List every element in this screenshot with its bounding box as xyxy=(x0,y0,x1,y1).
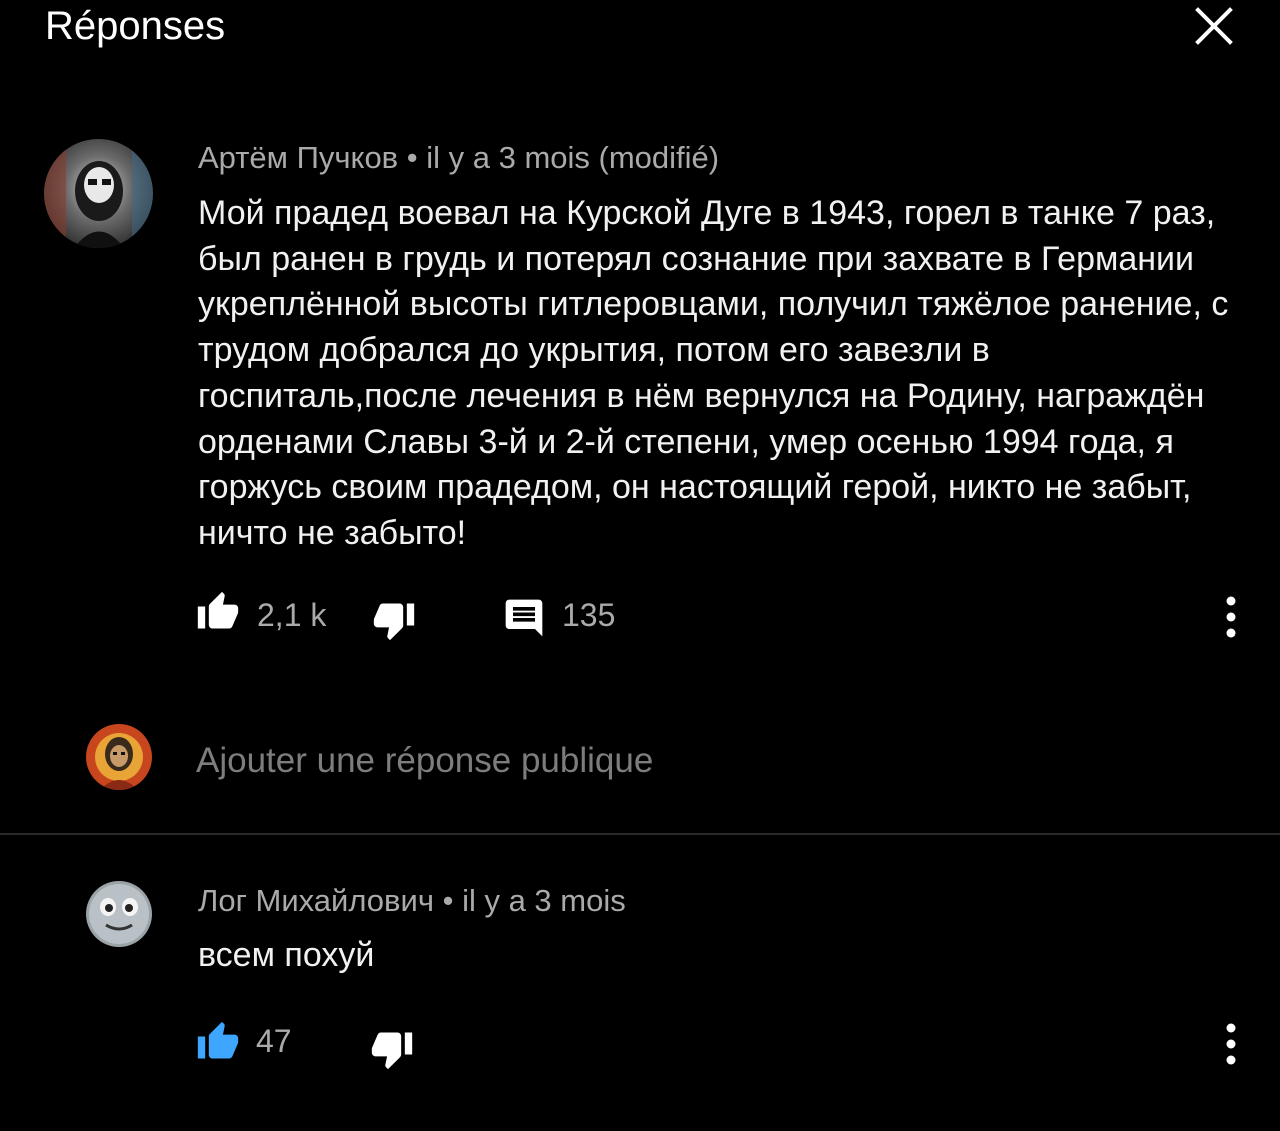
avatar[interactable] xyxy=(86,881,152,947)
like-button[interactable] xyxy=(196,1020,240,1064)
author-name[interactable]: Артём Пучков xyxy=(198,140,398,175)
more-vert-icon xyxy=(1226,1023,1236,1065)
thumbs-down-icon xyxy=(371,1032,413,1070)
comment-text: всем похуй xyxy=(198,936,375,974)
parent-comment: Артём Пучков • il y a 3 mois (modifié) М… xyxy=(0,0,1280,700)
meta-separator: • xyxy=(442,883,454,918)
comment-icon xyxy=(505,599,543,637)
user-avatar xyxy=(86,724,152,790)
reply-input[interactable] xyxy=(196,738,1196,784)
avatar[interactable] xyxy=(44,139,153,248)
dislike-button[interactable] xyxy=(370,1027,414,1071)
thumbs-down-icon xyxy=(373,603,415,641)
comment-meta: Артём Пучков • il y a 3 mois (modifié) xyxy=(198,140,719,176)
reply-comment: Лог Михайлович • il y a 3 mois всем поху… xyxy=(0,835,1280,1131)
reply-count: 135 xyxy=(562,597,616,633)
author-name[interactable]: Лог Михайлович xyxy=(198,883,434,918)
thumbs-up-icon xyxy=(197,1021,239,1059)
like-count: 2,1 k xyxy=(257,597,327,633)
more-vert-icon xyxy=(1226,596,1236,638)
reply-button[interactable] xyxy=(502,596,546,640)
dislike-button[interactable] xyxy=(372,598,416,642)
like-button[interactable] xyxy=(196,590,240,634)
more-options-button[interactable] xyxy=(1214,1021,1248,1067)
comment-meta: Лог Михайлович • il y a 3 mois xyxy=(198,883,626,919)
like-count: 47 xyxy=(256,1023,292,1059)
meta-separator: • xyxy=(406,140,418,175)
comment-time: il y a 3 mois xyxy=(462,883,626,918)
comment-time: il y a 3 mois (modifié) xyxy=(426,140,720,175)
comment-text: Мой прадед воевал на Курской Дуге в 1943… xyxy=(198,194,1229,552)
thumbs-up-icon xyxy=(197,591,239,629)
more-options-button[interactable] xyxy=(1214,594,1248,640)
